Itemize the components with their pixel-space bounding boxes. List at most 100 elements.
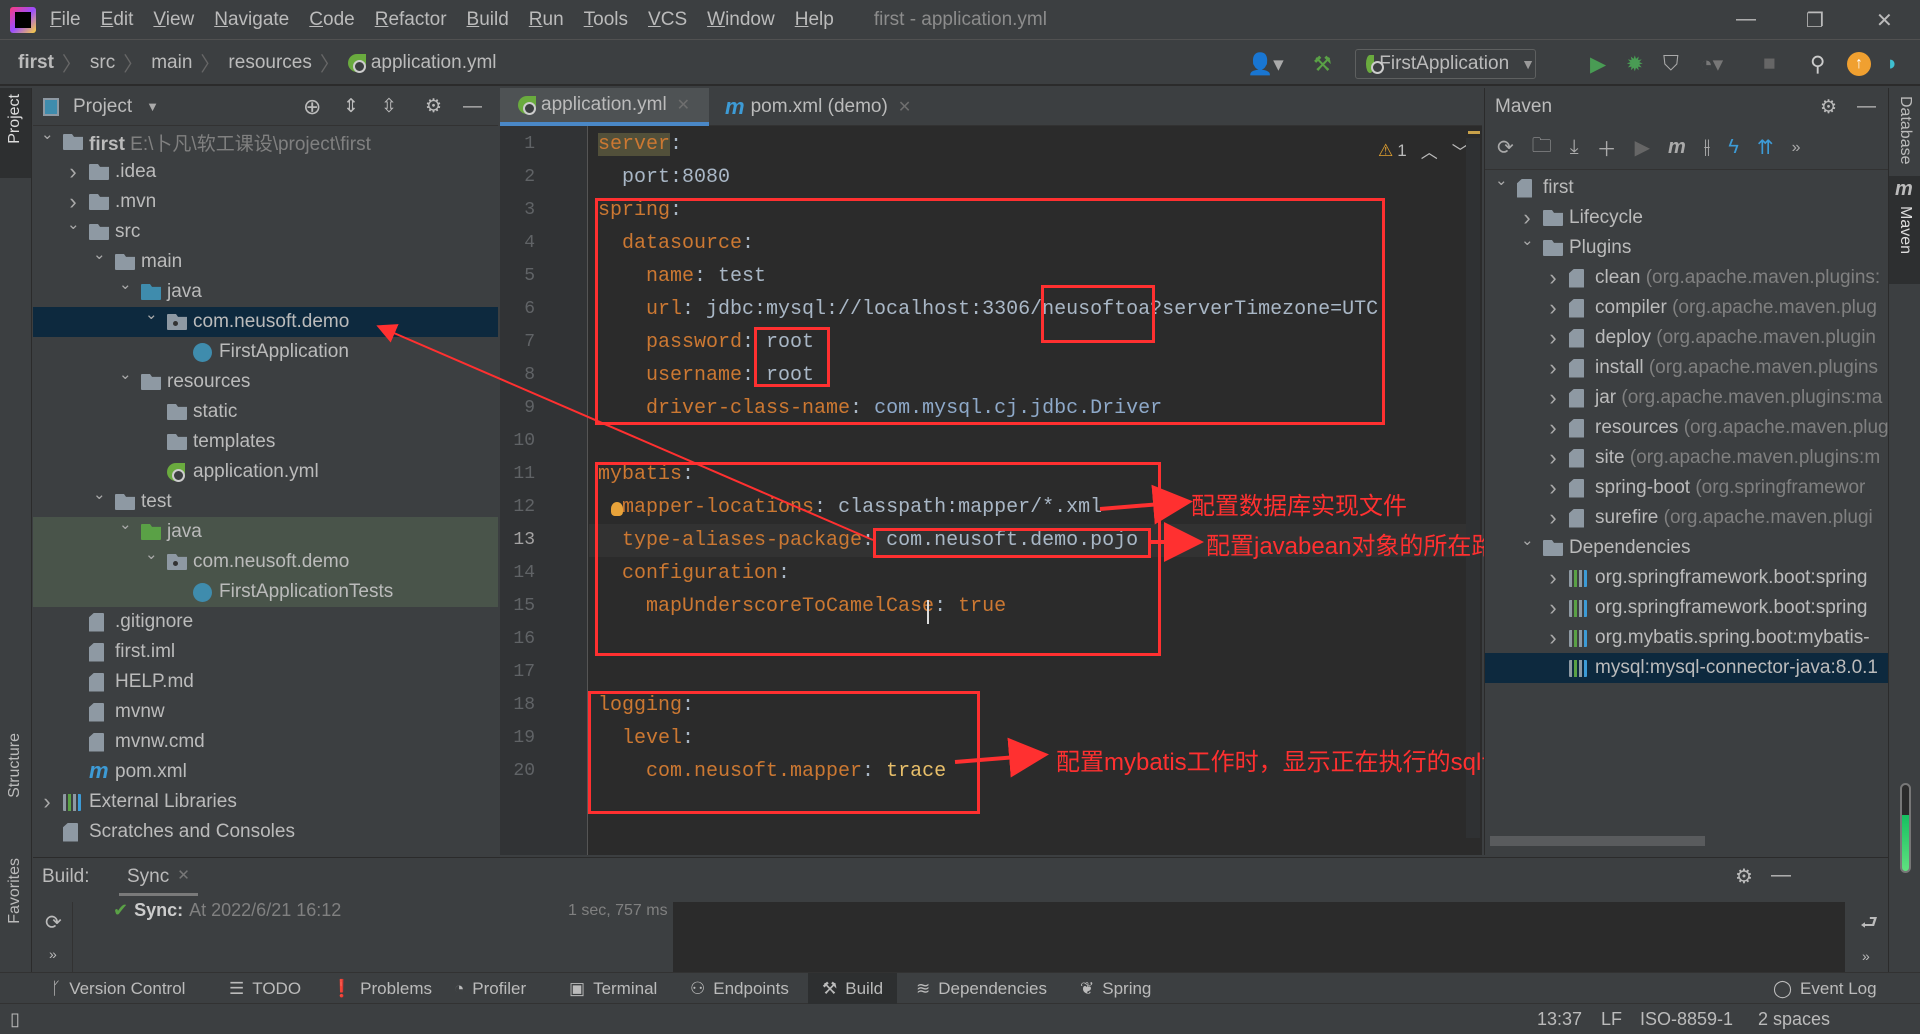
gear-icon[interactable]: ⚙ (425, 95, 442, 118)
menu-tools[interactable]: Tools (584, 9, 628, 31)
close-window-button[interactable]: ✕ (1876, 8, 1893, 33)
tab-todo[interactable]: ☰ TODO (229, 973, 301, 1004)
line-separator[interactable]: LF (1601, 1009, 1622, 1030)
project-view-title[interactable]: Project (73, 96, 132, 118)
tree-item[interactable]: ⌄ test (33, 485, 498, 517)
breadcrumb-resources[interactable]: resources (228, 52, 311, 74)
tree-item[interactable]: › .idea (33, 157, 498, 187)
menu-navigate[interactable]: Navigate (214, 9, 289, 31)
inspection-widget[interactable]: ⚠ 1 ︿ ﹀ (1378, 138, 1469, 163)
chevron-down-icon[interactable]: ⌄ (41, 125, 54, 143)
tab-application-yml[interactable]: application.yml ✕ (500, 88, 709, 126)
run-configuration-select[interactable]: FirstApplication ▼ (1355, 49, 1536, 79)
breadcrumb-application-yml[interactable]: application.yml (371, 52, 497, 74)
tree-item[interactable]: m pom.xml (33, 757, 498, 787)
chevron-down-icon[interactable]: ⌄ (145, 305, 158, 323)
chevron-down-icon[interactable]: ⌄ (1521, 531, 1534, 549)
breadcrumb-first[interactable]: first (18, 52, 54, 74)
tree-item[interactable]: › jar (org.apache.maven.plugins:ma (1485, 383, 1888, 413)
breadcrumb-src[interactable]: src (90, 52, 115, 74)
tree-item[interactable]: mvnw (33, 697, 498, 727)
tree-item[interactable]: ⌄ first E:\卜凡\软工课设\project\first (33, 125, 498, 157)
tree-item[interactable]: › clean (org.apache.maven.plugins: (1485, 263, 1888, 293)
favorites-tool-button[interactable]: Favorites (6, 858, 24, 924)
skip-tests-icon[interactable]: ϟ (1728, 136, 1739, 159)
chevron-right-icon[interactable]: › (1547, 325, 1559, 351)
build-console[interactable] (673, 902, 1845, 972)
chevron-down-icon[interactable]: ▼ (146, 99, 159, 114)
chevron-right-icon[interactable]: › (1547, 385, 1559, 411)
chevron-right-icon[interactable]: › (67, 189, 79, 215)
tree-item[interactable]: › site (org.apache.maven.plugins:m (1485, 443, 1888, 473)
menu-window[interactable]: Window (707, 9, 775, 31)
vcs-user-icon[interactable]: 👤▾ (1247, 52, 1284, 77)
menu-run[interactable]: Run (529, 9, 564, 31)
show-dependencies-icon[interactable]: ⇈ (1757, 135, 1774, 160)
toggle-offline-icon[interactable]: ⫲ (1704, 136, 1710, 159)
tree-item[interactable]: first.iml (33, 637, 498, 667)
structure-tool-button[interactable]: Structure (6, 733, 24, 798)
tree-item[interactable]: › .mvn (33, 187, 498, 217)
tree-item[interactable]: › org.springframework.boot:spring (1485, 593, 1888, 623)
sync-refresh-icon[interactable]: ⟳ (45, 910, 62, 935)
menu-view[interactable]: View (153, 9, 194, 31)
run-icon[interactable]: ▶ (1635, 135, 1650, 160)
close-tab-icon[interactable]: ✕ (898, 97, 911, 117)
tree-item[interactable]: ⌄ main (33, 246, 498, 277)
tree-item[interactable]: › deploy (org.apache.maven.plugin (1485, 323, 1888, 353)
reload-icon[interactable]: ⟳ (1497, 135, 1514, 160)
tab-dependencies[interactable]: ≋ Dependencies (916, 973, 1047, 1004)
tree-item[interactable]: › surefire (org.apache.maven.plugi (1485, 503, 1888, 533)
hide-icon[interactable]: — (1857, 96, 1876, 118)
update-icon[interactable]: ↑ (1847, 52, 1871, 76)
tree-item[interactable]: ⌄ first (1485, 171, 1888, 203)
chevron-down-icon[interactable]: ⌄ (67, 215, 80, 233)
editor-scrollbar[interactable] (1466, 138, 1480, 838)
chevron-down-icon[interactable]: ⌄ (1495, 171, 1508, 189)
chevron-right-icon[interactable]: › (1547, 295, 1559, 321)
breadcrumb-main[interactable]: main (151, 52, 192, 74)
add-sources-icon[interactable]: 🗀 (1532, 131, 1552, 165)
chevron-down-icon[interactable]: ⌄ (145, 545, 158, 563)
menu-file[interactable]: File (50, 9, 81, 31)
chevron-right-icon[interactable]: › (1547, 505, 1559, 531)
tree-item[interactable]: › Lifecycle (1485, 203, 1888, 233)
debug-icon[interactable]: ✹ (1626, 52, 1644, 77)
file-encoding[interactable]: ISO-8859-1 (1640, 1009, 1733, 1030)
maven-goal-icon[interactable]: m (1668, 136, 1686, 159)
tree-item[interactable]: ⌄ Dependencies (1485, 531, 1888, 563)
tree-item[interactable]: ⌄ java (33, 276, 498, 307)
tree-item[interactable]: › resources (org.apache.maven.plug (1485, 413, 1888, 443)
soft-wrap-icon[interactable]: ⮐ (1860, 908, 1878, 942)
warning-marker[interactable] (1468, 131, 1480, 134)
add-project-icon[interactable]: ＋ (1597, 133, 1617, 162)
tab-problems[interactable]: ❗ Problems (331, 973, 432, 1004)
chevron-right-icon[interactable]: › (67, 159, 79, 185)
previous-highlight-icon[interactable]: ︿ (1421, 138, 1438, 163)
menu-help[interactable]: Help (795, 9, 834, 31)
event-log-button[interactable]: ◯ Event Log (1773, 973, 1877, 1004)
tree-item[interactable]: HELP.md (33, 667, 498, 697)
tab-build[interactable]: ⚒ Build (808, 973, 898, 1004)
tree-item[interactable]: ⌄ resources (33, 366, 498, 397)
minimize-button[interactable]: — (1736, 8, 1756, 31)
close-tab-icon[interactable]: ✕ (677, 95, 690, 115)
code-line[interactable]: server: (598, 128, 682, 161)
tree-item[interactable]: ⌄ java (33, 515, 498, 547)
sync-result-row[interactable]: ✔ Sync: At 2022/6/21 16:12 (113, 900, 341, 921)
code-line[interactable]: port:8080 (598, 161, 730, 194)
tab-spring[interactable]: ❦ Spring (1080, 973, 1151, 1004)
gear-icon[interactable]: ⚙ (1820, 96, 1837, 119)
coverage-icon[interactable]: ⛉ (1663, 52, 1679, 76)
tab-pom-xml[interactable]: m pom.xml (demo) ✕ (715, 88, 921, 126)
tab-terminal[interactable]: ▣ Terminal (569, 973, 657, 1004)
tree-item[interactable]: › External Libraries (33, 787, 498, 817)
chevron-right-icon[interactable]: › (1547, 565, 1559, 591)
chevron-down-icon[interactable]: ⌄ (119, 515, 132, 533)
chevron-down-icon[interactable]: ⌄ (93, 485, 106, 503)
tree-item[interactable]: › spring-boot (org.springframewor (1485, 473, 1888, 503)
tree-item[interactable]: › compiler (org.apache.maven.plug (1485, 293, 1888, 323)
tree-item[interactable]: ⌄ com.neusoft.demo (33, 545, 498, 577)
chevron-right-icon[interactable]: › (1547, 595, 1559, 621)
tree-item[interactable]: › org.springframework.boot:spring (1485, 563, 1888, 593)
